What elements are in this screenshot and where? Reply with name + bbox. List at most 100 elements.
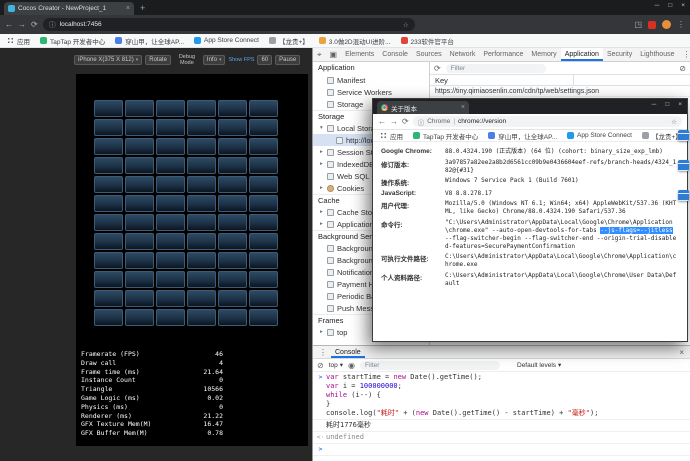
devtools-tab-sources[interactable]: Sources bbox=[412, 48, 446, 61]
maximize-icon[interactable]: □ bbox=[668, 2, 672, 9]
popup-tab[interactable]: 关于版本 × bbox=[377, 101, 469, 114]
disclosure-arrow-icon[interactable]: ▸ bbox=[320, 221, 327, 227]
show-fps-toggle[interactable]: Show FPS bbox=[228, 57, 254, 63]
disclosure-arrow-icon[interactable]: ▾ bbox=[320, 125, 327, 131]
maximize-icon[interactable]: □ bbox=[665, 101, 669, 108]
local-storage-icon bbox=[327, 124, 334, 132]
console-messages[interactable]: > var startTime = new Date().getTime(); va… bbox=[313, 372, 690, 461]
devtools-menu-icon[interactable]: ⋮ bbox=[679, 50, 690, 59]
forward-icon[interactable]: → bbox=[390, 117, 398, 126]
site-info-icon[interactable]: ⓘ bbox=[49, 20, 56, 30]
storage-filter-input[interactable]: Filter bbox=[445, 63, 546, 73]
bookmark-item[interactable]: 应用 bbox=[7, 36, 30, 46]
bookmark-item[interactable]: 穿山甲，让全球AP... bbox=[488, 131, 557, 141]
key-column-header[interactable]: Key bbox=[435, 76, 448, 85]
devtools-tab-elements[interactable]: Elements bbox=[341, 48, 378, 61]
disclosure-arrow-icon[interactable]: ▸ bbox=[320, 149, 327, 155]
disclosure-arrow-icon[interactable]: ▸ bbox=[320, 329, 327, 335]
inspect-icon[interactable]: ⌖ bbox=[313, 50, 326, 60]
clear-console-icon[interactable]: ⊘ bbox=[317, 361, 324, 370]
device-select[interactable]: iPhone X(375 X 812) ▾ bbox=[74, 55, 143, 65]
drawer-menu-icon[interactable]: ⋮ bbox=[315, 348, 331, 357]
extension-icon[interactable] bbox=[648, 20, 656, 29]
log-levels-select[interactable]: Default levels ▾ bbox=[517, 361, 561, 370]
docked-widget bbox=[678, 130, 689, 201]
disclosure-arrow-icon[interactable]: ▸ bbox=[320, 185, 327, 191]
rotate-button[interactable]: Rotate bbox=[145, 55, 171, 65]
bookmark-item[interactable]: App Store Connect bbox=[567, 132, 632, 139]
devtools-tab-lighthouse[interactable]: Lighthouse bbox=[636, 48, 678, 61]
bookmark-item[interactable]: 应用 bbox=[380, 131, 403, 141]
back-icon[interactable]: ← bbox=[378, 117, 386, 126]
browser-menu-icon[interactable]: ⋮ bbox=[677, 20, 685, 29]
address-bar[interactable]: ⓘ localhost:7456 ☆ bbox=[42, 18, 415, 31]
docked-tool-button[interactable] bbox=[678, 130, 689, 141]
background-fetch-icon bbox=[327, 244, 334, 252]
version-row-label: 个人资料路径: bbox=[381, 274, 423, 282]
tab-close-icon[interactable]: × bbox=[461, 104, 465, 111]
tree-section-application: Application bbox=[318, 63, 355, 72]
bookmark-item[interactable]: 【龙贵+】 bbox=[641, 131, 682, 141]
new-tab-button[interactable]: + bbox=[140, 3, 145, 13]
bookmark-item[interactable]: 【龙贵+】 bbox=[268, 36, 309, 46]
clear-icon[interactable]: ⊘ bbox=[679, 64, 686, 73]
devtools-tab-application[interactable]: Application bbox=[560, 48, 603, 61]
tab-close-icon[interactable]: × bbox=[126, 5, 130, 12]
disclosure-arrow-icon[interactable]: ▸ bbox=[320, 161, 327, 167]
bookmark-item[interactable]: 穿山甲，让全球AP... bbox=[115, 36, 184, 46]
bookmark-item[interactable]: 3.0做2D混动UI进阶... bbox=[318, 36, 391, 46]
devtools-tab-console[interactable]: Console bbox=[378, 48, 412, 61]
console-tab[interactable]: Console bbox=[331, 346, 365, 358]
storage-key-row[interactable]: https://tiny.qimiaosenlin.com/cdn/tp/web… bbox=[430, 86, 690, 97]
docked-tool-button[interactable] bbox=[678, 160, 689, 171]
refresh-icon[interactable]: ⟳ bbox=[434, 64, 441, 73]
devtools-tab-performance[interactable]: Performance bbox=[479, 48, 527, 61]
refresh-icon[interactable]: ⟳ bbox=[402, 117, 409, 126]
context-select[interactable]: top ▾ bbox=[329, 361, 343, 370]
tree-item-service-workers[interactable]: Service Workers bbox=[313, 86, 429, 98]
info-select[interactable]: Info ▾ bbox=[202, 55, 226, 65]
devtools-tab-memory[interactable]: Memory bbox=[527, 48, 560, 61]
bookmark-star-icon[interactable]: ☆ bbox=[403, 21, 409, 29]
console-filter-input[interactable]: Filter bbox=[360, 360, 500, 370]
toolbar-actions: ◳ ⋮ bbox=[634, 20, 685, 29]
stat-row: GFX Buffer Mem(M) 0.78 bbox=[81, 429, 223, 438]
minimize-icon[interactable]: ─ bbox=[655, 2, 660, 9]
game-sprite bbox=[156, 214, 185, 231]
preview-toolbar: iPhone X(375 X 812) ▾ Rotate Debug Mode … bbox=[74, 51, 310, 69]
close-icon[interactable]: × bbox=[681, 2, 685, 9]
pause-button[interactable]: Pause bbox=[275, 55, 301, 65]
profile-avatar[interactable] bbox=[662, 20, 671, 29]
back-icon[interactable]: ← bbox=[5, 20, 13, 29]
tree-item-manifest[interactable]: Manifest bbox=[313, 74, 429, 86]
fps-input[interactable]: 60 bbox=[257, 55, 273, 65]
drawer-close-icon[interactable]: × bbox=[675, 348, 688, 357]
devtools-tab-security[interactable]: Security bbox=[603, 48, 636, 61]
close-icon[interactable]: × bbox=[678, 101, 682, 108]
devtools-tab-network[interactable]: Network bbox=[446, 48, 480, 61]
device-toolbar-icon[interactable]: ▣ bbox=[326, 50, 342, 59]
game-sprite bbox=[249, 157, 278, 174]
bookmark-star-icon[interactable]: ☆ bbox=[671, 118, 677, 126]
minimize-icon[interactable]: ─ bbox=[652, 101, 657, 108]
bookmark-item[interactable]: TapTap 开发者中心 bbox=[40, 36, 105, 46]
bookmark-item[interactable]: 233软件官平台 bbox=[400, 36, 454, 46]
debug-mode-toggle[interactable]: Debug Mode bbox=[174, 54, 200, 66]
bookmark-item[interactable]: TapTap 开发者中心 bbox=[413, 131, 478, 141]
refresh-icon[interactable]: ⟳ bbox=[31, 20, 38, 29]
browser-tab[interactable]: Cocos Creator - NewProject_1 × bbox=[4, 2, 134, 15]
bookmark-item[interactable]: App Store Connect bbox=[194, 37, 259, 44]
forward-icon[interactable]: → bbox=[18, 20, 26, 29]
disclosure-arrow-icon[interactable]: ▸ bbox=[320, 209, 327, 215]
site-info-icon[interactable]: ⓘ bbox=[418, 117, 425, 127]
url-text: localhost:7456 bbox=[59, 21, 102, 28]
popup-address-bar[interactable]: ⓘ Chrome | chrome://version ☆ bbox=[412, 116, 682, 127]
column-divider[interactable] bbox=[573, 75, 574, 85]
docked-tool-button[interactable] bbox=[678, 190, 689, 201]
extensions-icon[interactable]: ◳ bbox=[634, 20, 642, 29]
game-canvas[interactable]: Framerate (FPS) 46 Draw call 4 Frame time (m… bbox=[76, 74, 308, 446]
version-row: 用户代理: Mozilla/5.0 (Windows NT 6.1; Win64;… bbox=[381, 200, 679, 216]
service-worker-icon bbox=[327, 88, 334, 96]
eye-icon[interactable]: ◉ bbox=[348, 361, 355, 370]
version-row: 操作系统: Windows 7 Service Pack 1 (Build 760… bbox=[381, 177, 679, 187]
